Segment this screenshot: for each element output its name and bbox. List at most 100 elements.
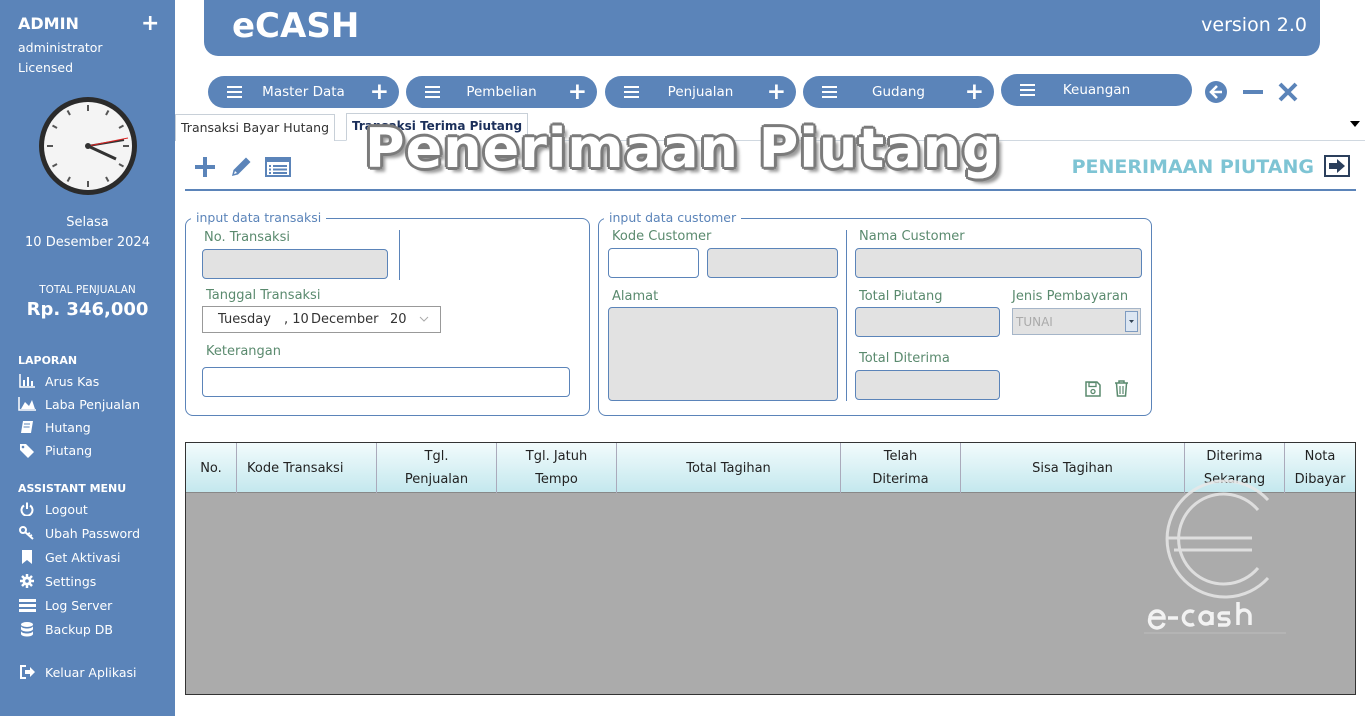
tanggal-transaksi-label: Tanggal Transaksi: [206, 288, 321, 303]
sidebar-item-label: Piutang: [45, 442, 93, 458]
menu-gudang[interactable]: Gudang +: [803, 76, 994, 108]
column-header-no[interactable]: No.: [186, 443, 237, 493]
save-icon[interactable]: [1085, 381, 1101, 397]
page-banner: Penerimaan Piutang: [365, 117, 1002, 180]
sidebar-item-ubah-password[interactable]: Ubah Password: [18, 524, 140, 542]
column-header-total-tagihan[interactable]: Total Tagihan: [617, 443, 841, 493]
column-header-tgl-penjualan[interactable]: Tgl. Penjualan: [377, 443, 497, 493]
edit-pencil-icon[interactable]: [228, 154, 254, 180]
bookmark-icon: [18, 549, 36, 565]
server-list-icon: [18, 597, 36, 613]
key-icon: [18, 525, 36, 541]
user-name: ADMIN: [18, 14, 79, 33]
tanggal-transaksi-picker[interactable]: Tuesday , 10 December 20: [202, 306, 441, 333]
keterangan-field[interactable]: [202, 367, 570, 397]
nama-customer-field[interactable]: [855, 248, 1142, 278]
field-separator: [846, 230, 847, 401]
current-date: 10 Desember 2024: [25, 235, 150, 250]
transaction-legend: input data transaksi: [191, 210, 327, 225]
menu-pembelian[interactable]: Pembelian +: [406, 76, 597, 108]
sidebar-item-log-server[interactable]: Log Server: [18, 596, 112, 614]
total-sales-label: TOTAL PENJUALAN: [39, 284, 136, 296]
combo-dropdown-button[interactable]: [1125, 311, 1138, 332]
page-title: PENERIMAAN PIUTANG: [1071, 156, 1314, 178]
sidebar-item-hutang[interactable]: Hutang: [18, 418, 91, 436]
sign-out-icon: [18, 664, 36, 680]
app-header: eCASH version 2.0: [204, 0, 1320, 56]
total-piutang-label: Total Piutang: [859, 289, 943, 304]
menu-label: Keuangan: [1062, 82, 1131, 98]
sidebar-item-label: Hutang: [45, 419, 91, 435]
jenis-pembayaran-value: TUNAI: [1016, 315, 1053, 329]
plus-icon: +: [766, 79, 786, 105]
customer-legend: input data customer: [604, 210, 742, 225]
no-transaksi-field[interactable]: [202, 249, 388, 279]
sidebar-item-keluar-aplikasi[interactable]: Keluar Aplikasi: [18, 663, 137, 681]
laporan-section-title: LAPORAN: [18, 354, 78, 367]
add-icon[interactable]: [192, 154, 218, 180]
column-header-kode-transaksi[interactable]: Kode Transaksi: [237, 443, 377, 493]
sidebar-item-label: Backup DB: [45, 621, 113, 637]
book-icon: [18, 419, 36, 435]
column-header-nota-dibayar[interactable]: Nota Dibayar: [1285, 443, 1355, 493]
app-version: version 2.0: [1201, 14, 1307, 36]
menu-penjualan[interactable]: Penjualan +: [605, 76, 796, 108]
menu-keuangan[interactable]: Keuangan: [1001, 74, 1192, 106]
sidebar-item-backup-db[interactable]: Backup DB: [18, 620, 113, 638]
tab-bayar-hutang[interactable]: Transaksi Bayar Hutang: [175, 114, 336, 141]
sidebar-item-label: Ubah Password: [45, 525, 141, 541]
jenis-pembayaran-select[interactable]: TUNAI: [1012, 308, 1141, 335]
title-divider: [185, 189, 1356, 191]
kode-customer-field[interactable]: [608, 248, 699, 278]
chevron-down-icon[interactable]: [419, 316, 429, 323]
power-icon: [18, 501, 36, 517]
sidebar-item-label: Laba Penjualan: [45, 396, 141, 412]
license-status: Licensed: [18, 60, 74, 75]
minimize-icon[interactable]: [1241, 80, 1265, 104]
list-view-icon[interactable]: [265, 154, 291, 180]
close-icon[interactable]: [1276, 80, 1300, 104]
sidebar-item-get-aktivasi[interactable]: Get Aktivasi: [18, 548, 120, 566]
sidebar-item-label: Keluar Aplikasi: [45, 664, 137, 680]
sidebar-item-piutang[interactable]: Piutang: [18, 441, 92, 459]
total-diterima-label: Total Diterima: [859, 351, 950, 366]
exit-form-icon[interactable]: [1324, 155, 1350, 177]
sidebar-item-laba-penjualan[interactable]: Laba Penjualan: [18, 395, 140, 413]
database-icon: [18, 621, 36, 637]
total-diterima-field[interactable]: [855, 370, 1000, 400]
total-piutang-field[interactable]: [855, 307, 1000, 337]
sidebar-item-label: Log Server: [45, 597, 113, 613]
add-user-icon[interactable]: +: [141, 11, 159, 36]
kode-customer-detail-field[interactable]: [707, 248, 838, 278]
ecash-watermark-logo-icon: [1144, 479, 1286, 634]
sidebar-item-label: Settings: [45, 573, 97, 589]
chevron-down-icon: [1129, 320, 1134, 323]
jenis-pembayaran-label: Jenis Pembayaran: [1012, 289, 1129, 304]
plus-icon: +: [567, 79, 587, 105]
total-sales-value: Rp. 346,000: [26, 299, 149, 320]
sidebar-item-arus-kas[interactable]: Arus Kas: [18, 372, 99, 390]
sidebar-item-label: Logout: [45, 501, 88, 517]
back-icon[interactable]: [1204, 80, 1228, 104]
analog-clock-icon: [39, 97, 137, 195]
trash-icon[interactable]: [1114, 380, 1129, 397]
menu-master-data[interactable]: Master Data +: [208, 76, 399, 108]
bar-chart-icon: [18, 373, 36, 389]
date-number: , 10: [284, 312, 309, 327]
date-day: Tuesday: [218, 312, 271, 327]
column-header-tgl-jatuh-tempo[interactable]: Tgl. Jatuh Tempo: [497, 443, 617, 493]
date-month: December: [311, 312, 379, 327]
sidebar-item-logout[interactable]: Logout: [18, 500, 88, 518]
nama-customer-label: Nama Customer: [859, 229, 965, 244]
tab-dropdown-arrow-icon[interactable]: [1350, 121, 1360, 127]
sidebar-item-settings[interactable]: Settings: [18, 572, 96, 590]
app-title: eCASH: [232, 6, 360, 46]
sidebar-item-label: Get Aktivasi: [45, 549, 121, 565]
alamat-field[interactable]: [608, 307, 838, 401]
plus-icon: +: [369, 79, 389, 105]
column-header-telah-diterima[interactable]: Telah Diterima: [841, 443, 961, 493]
keterangan-label: Keterangan: [206, 344, 281, 359]
kode-customer-label: Kode Customer: [612, 229, 712, 244]
sidebar: ADMIN + administrator Licensed Selasa 10…: [0, 0, 175, 716]
current-day: Selasa: [66, 215, 109, 230]
